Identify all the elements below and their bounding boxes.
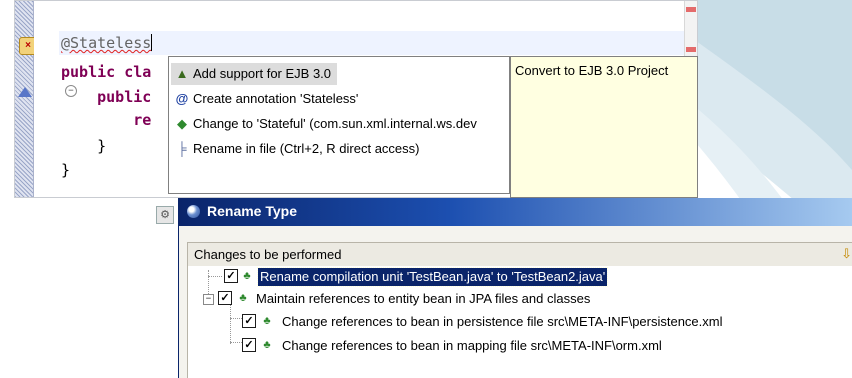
changes-tree[interactable]: ✓ ♣ Rename compilation unit 'TestBean.ja… (187, 266, 852, 378)
tree-row[interactable]: − ✓ ♣ Maintain references to entity bean… (188, 290, 852, 308)
dialog-titlebar[interactable]: Rename Type (179, 198, 852, 226)
change-icon: ♣ (263, 339, 271, 351)
annotation-icon: @ (175, 91, 189, 106)
proposal-add-ejb-support[interactable]: ▲ Add support for EJB 3.0 (171, 63, 338, 85)
checkbox[interactable]: ✓ (224, 269, 238, 283)
rename-type-dialog[interactable]: Rename Type Changes to be performed ⇩ ✓ … (178, 198, 852, 378)
proposal-rename-in-file[interactable]: ╞ Rename in file (Ctrl+2, R direct acces… (171, 138, 420, 160)
change-icon: ◆ (177, 116, 187, 131)
change-icon: ♣ (263, 315, 271, 327)
tree-row-label: Maintain references to entity bean in JP… (256, 291, 591, 306)
dialog-title: Rename Type (207, 203, 297, 219)
error-overview-mark-2[interactable] (686, 47, 696, 52)
proposal-label: Create annotation 'Stateless' (193, 91, 359, 106)
eclipse-icon (187, 205, 200, 218)
closing-brace-2: } (61, 161, 71, 179)
keyword-class: cla (115, 63, 152, 81)
code-line-6[interactable]: } (61, 161, 70, 179)
proposal-label: Rename in file (Ctrl+2, R direct access) (193, 141, 420, 156)
collapse-icon[interactable]: − (203, 294, 214, 305)
code-line-5[interactable]: } (61, 137, 106, 155)
down-arrow-icon[interactable]: ⇩ (841, 246, 852, 262)
override-arrow-icon[interactable] (18, 87, 32, 97)
editor-ruler: − (34, 1, 77, 197)
proposal-change-to-stateful[interactable]: ◆ Change to 'Stateful' (com.sun.xml.inte… (171, 113, 477, 135)
annotation-text: @Stateless (61, 34, 152, 52)
ejb-support-icon: ▲ (175, 66, 189, 81)
closing-brace-1: } (97, 137, 107, 155)
tree-row-label: Rename compilation unit 'TestBean.java' … (256, 267, 609, 287)
code-line-1[interactable]: @Stateless (61, 34, 153, 52)
change-icon: ♣ (239, 292, 247, 304)
tree-row[interactable]: ✓ ♣ Change references to bean in persist… (188, 313, 852, 331)
rename-icon: ╞ (177, 141, 187, 156)
tree-row[interactable]: ✓ ♣ Rename compilation unit 'TestBean.ja… (188, 267, 852, 287)
change-icon: ♣ (243, 270, 251, 282)
wizard-icon: ⚙ (156, 206, 174, 224)
tree-row-label: Change references to bean in mapping fil… (282, 338, 662, 353)
code-line-4[interactable]: re (61, 111, 151, 129)
code-line-2[interactable]: public cla (61, 63, 151, 81)
text-caret (151, 34, 153, 51)
tree-row-label: Change references to bean in persistence… (282, 314, 723, 329)
error-overview-mark[interactable] (686, 7, 696, 12)
checkbox[interactable]: ✓ (242, 338, 256, 352)
proposal-label: Change to 'Stateful' (com.sun.xml.intern… (193, 116, 477, 131)
proposal-label: Add support for EJB 3.0 (193, 66, 332, 81)
keyword-return: re (133, 111, 152, 129)
checkbox[interactable]: ✓ (218, 291, 232, 305)
checkbox[interactable]: ✓ (242, 314, 256, 328)
current-line-highlight (59, 31, 695, 55)
quick-fix-proposals-popup[interactable]: ▲ Add support for EJB 3.0 @ Create annot… (168, 56, 510, 194)
keyword-public: public (61, 63, 116, 81)
proposal-create-annotation[interactable]: @ Create annotation 'Stateless' (171, 88, 359, 110)
changes-label: Changes to be performed (194, 247, 342, 262)
keyword-public-2: public (97, 88, 152, 106)
tree-row[interactable]: ✓ ♣ Change references to bean in mapping… (188, 337, 852, 355)
proposal-info-text: Convert to EJB 3.0 Project (515, 63, 669, 78)
changes-header: Changes to be performed ⇩ (187, 242, 852, 268)
proposal-info-tooltip: Convert to EJB 3.0 Project (510, 56, 698, 198)
editor-gutter: × (15, 1, 37, 197)
code-line-3[interactable]: public (61, 88, 151, 106)
